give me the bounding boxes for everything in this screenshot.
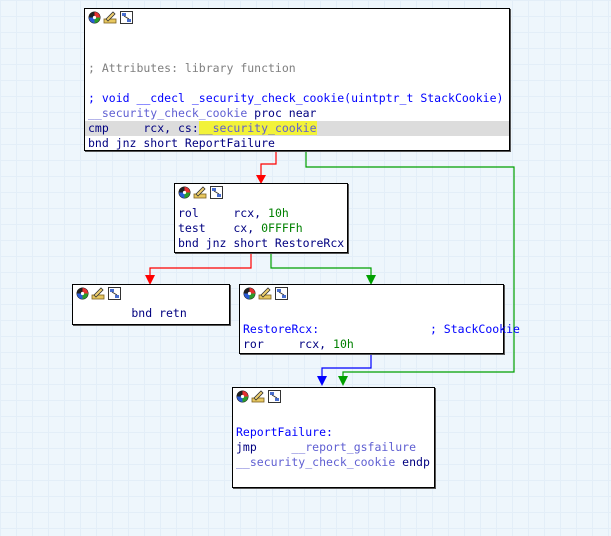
- code-token: test cx,: [178, 221, 262, 235]
- rename-icon[interactable]: [103, 11, 117, 24]
- code-line[interactable]: RestoreRcx: ; StackCookie: [243, 322, 520, 337]
- code-line[interactable]: bnd jnz short ReportFailure: [88, 136, 275, 151]
- color-picker-icon[interactable]: [75, 287, 89, 300]
- graph-icon[interactable]: [267, 390, 281, 403]
- code-line[interactable]: test cx, 0FFFFh: [178, 221, 303, 236]
- code-token: ; void __cdecl _security_check_cookie(ui…: [88, 91, 504, 105]
- code-block-entry[interactable]: ; Attributes: library function ; void __c…: [84, 8, 510, 151]
- code-line[interactable]: __security_check_cookie proc near: [88, 106, 317, 121]
- rename-icon[interactable]: [193, 186, 207, 199]
- code-token: bnd jnz short ReportFailure: [88, 136, 275, 150]
- code-line[interactable]: jmp __report_gsfailure: [236, 440, 416, 455]
- node-header: [233, 388, 434, 405]
- node-header: [175, 184, 347, 201]
- graph-icon[interactable]: [274, 287, 288, 300]
- code-token: ; StackCookie: [319, 322, 520, 336]
- graph-icon[interactable]: [209, 186, 223, 199]
- code-line[interactable]: ror rcx, 10h: [243, 337, 354, 352]
- code-line[interactable]: __security_check_cookie endp: [236, 455, 430, 470]
- code-token: __security_check_cookie: [236, 455, 396, 469]
- graph-icon[interactable]: [119, 11, 133, 24]
- color-picker-icon[interactable]: [87, 11, 101, 24]
- code-line[interactable]: ; void __cdecl _security_check_cookie(ui…: [88, 91, 503, 106]
- code-token: endp: [395, 455, 430, 469]
- code-token: 10h: [268, 206, 289, 220]
- node-header: [240, 285, 503, 302]
- edge-arrow-report-blue: [317, 376, 327, 386]
- code-token: __secu: [198, 121, 241, 135]
- code-token: jmp: [236, 440, 292, 454]
- code-token: __security_check_cookie: [88, 106, 248, 120]
- code-token: bnd retn: [76, 306, 187, 320]
- node-header: [73, 285, 229, 302]
- edge-arrow-report-green: [338, 376, 348, 386]
- edge-rol-to-retn: [149, 253, 252, 280]
- code-block-rol[interactable]: rol rcx, 10h test cx, 0FFFFh bnd jnz short…: [174, 183, 348, 253]
- code-token: __report_gsfailure: [291, 440, 417, 454]
- graph-icon[interactable]: [107, 287, 121, 300]
- code-token: RestoreRcx:: [243, 322, 320, 336]
- rename-icon[interactable]: [258, 287, 272, 300]
- code-token: ; Attributes: library function: [88, 61, 296, 75]
- code-line[interactable]: rol rcx, 10h: [178, 206, 289, 221]
- code-line[interactable]: bnd retn: [76, 306, 187, 321]
- code-token: rol rcx,: [178, 206, 269, 220]
- code-token: ror rcx,: [243, 337, 334, 351]
- color-picker-icon[interactable]: [235, 390, 249, 403]
- code-line[interactable]: ; Attributes: library function: [88, 61, 296, 76]
- node-header: [85, 9, 509, 26]
- code-line[interactable]: cmp rcx, cs:__security_cookie: [85, 121, 509, 136]
- code-token: bnd jnz short RestoreRcx: [178, 236, 345, 250]
- code-token: 10h: [333, 337, 354, 351]
- code-token: 0FFFFh: [261, 221, 303, 235]
- color-picker-icon[interactable]: [242, 287, 256, 300]
- code-token: rity_cookie: [240, 121, 317, 135]
- code-line[interactable]: bnd jnz short RestoreRcx: [178, 236, 344, 251]
- code-block-retn[interactable]: bnd retn: [72, 284, 230, 325]
- code-line[interactable]: ReportFailure:: [236, 425, 333, 440]
- color-picker-icon[interactable]: [177, 186, 191, 199]
- rename-icon[interactable]: [91, 287, 105, 300]
- code-block-restore-rcx[interactable]: RestoreRcx: ; StackCookie ror rcx, 10h: [239, 284, 520, 354]
- code-token: cmp rcx, cs:: [88, 121, 199, 135]
- edge-rol-to-restore: [270, 253, 372, 280]
- rename-icon[interactable]: [251, 390, 265, 403]
- code-token: proc near: [247, 106, 317, 120]
- code-block-report-failure[interactable]: ReportFailure: jmp __report_gsfailure __se…: [232, 387, 435, 488]
- code-token: ReportFailure:: [236, 425, 333, 439]
